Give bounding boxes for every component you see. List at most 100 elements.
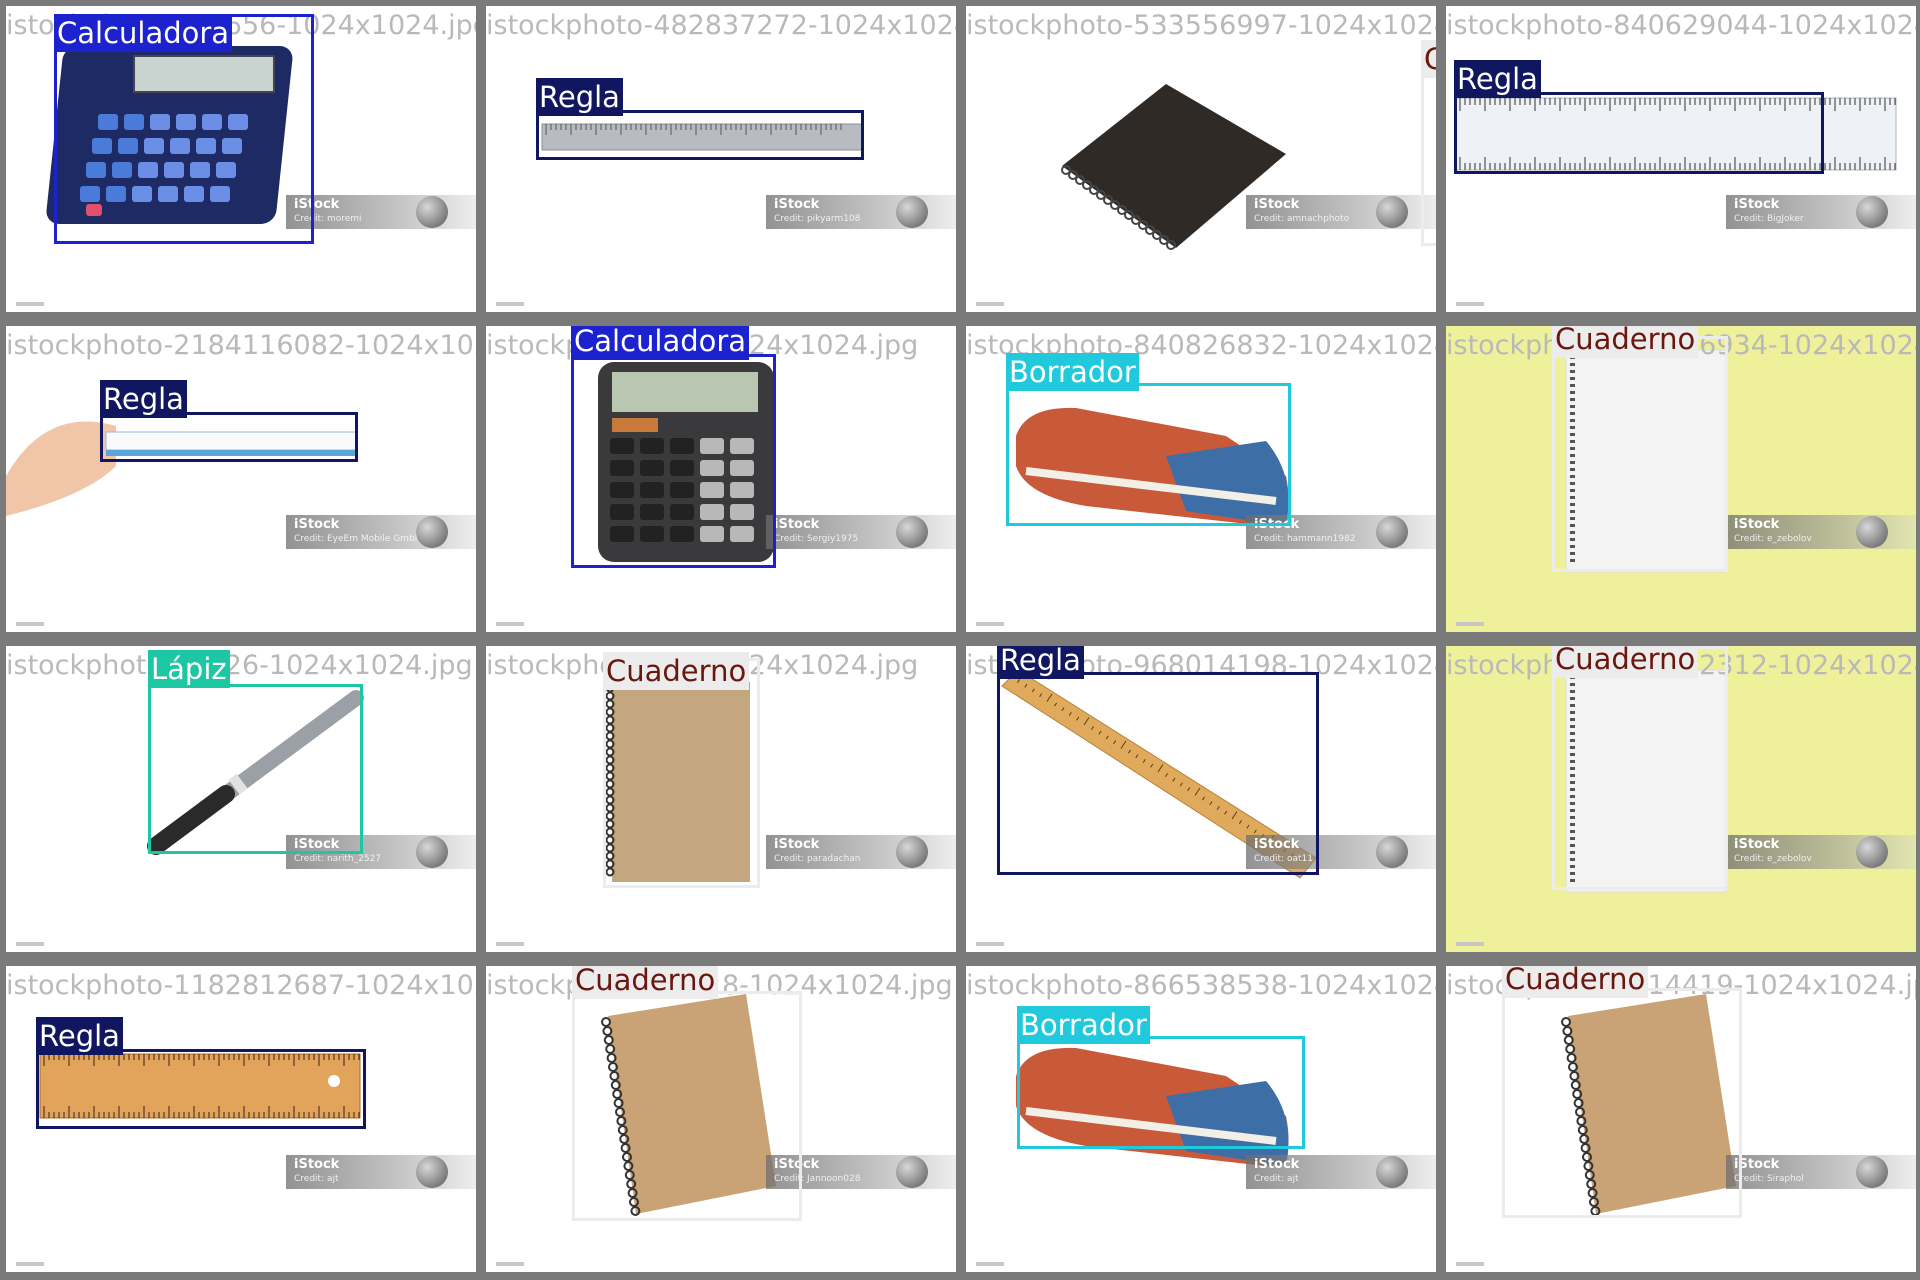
watermark-credit: Credit: narith_2527: [294, 854, 382, 864]
filename-label: istockphoto-840629044-1024x1024.jpg: [1446, 10, 1916, 41]
istock-watermark: iStock Credit: e_zebolov: [1726, 835, 1916, 869]
watermark-circle-icon: [1376, 1156, 1408, 1188]
image-id-strip: [16, 622, 44, 626]
detection-box: [148, 684, 363, 854]
image-id-strip: [1456, 1262, 1484, 1266]
image-tile[interactable]: istockphoto-14926-1024x1024.jpg iStock Cre…: [6, 646, 476, 952]
image-tile[interactable]: istockphoto-827836934-1024x1024.jpgiStoc…: [1446, 326, 1916, 632]
istock-watermark: iStock Credit: ajt: [1246, 1155, 1436, 1189]
detection-box: [572, 991, 802, 1221]
filename-label: istockphoto-2184116082-1024x1024.jpg: [6, 330, 476, 361]
detection-label: Regla: [36, 1017, 123, 1055]
filename-label: istockphoto-1182812687-1024x1024.jpg: [6, 970, 476, 1001]
istock-watermark: iStock Credit: pikyarm108: [766, 195, 956, 229]
watermark-brand: iStock: [1734, 517, 1780, 532]
image-id-strip: [1456, 302, 1484, 306]
detection-box: [1502, 988, 1742, 1218]
watermark-brand: iStock: [774, 837, 820, 852]
detection-label: Cuaderno: [572, 966, 719, 999]
istock-watermark: iStock Credit: ajt: [286, 1155, 476, 1189]
istock-watermark: iStock Credit: e_zebolov: [1726, 515, 1916, 549]
watermark-circle-icon: [1376, 836, 1408, 868]
istock-watermark: iStock Credit: moremi: [286, 195, 476, 229]
detection-box: [36, 1049, 366, 1129]
watermark-credit: Credit: e_zebolov: [1734, 534, 1812, 544]
watermark-circle-icon: [1856, 836, 1888, 868]
detection-box: [1017, 1036, 1305, 1149]
watermark-circle-icon: [896, 1156, 928, 1188]
watermark-brand: iStock: [1734, 837, 1780, 852]
watermark-circle-icon: [1856, 1156, 1888, 1188]
watermark-brand: iStock: [294, 517, 340, 532]
image-tile[interactable]: istockphoto-33318-1024x1024.jpg iStock Cre…: [486, 966, 956, 1272]
image-tile[interactable]: istockphoto-806-1024x1024.jpgiStockCredi…: [486, 646, 956, 952]
black-notebook-icon: [1061, 84, 1286, 250]
detection-box: [1552, 336, 1728, 572]
image-id-strip: [1456, 942, 1484, 946]
detection-box: [536, 110, 864, 160]
image-tile[interactable]: istockphoto-840826832-1024x1024.jpgiStoc…: [966, 326, 1436, 632]
watermark-circle-icon: [896, 836, 928, 868]
detection-label: Cuaderno: [1502, 966, 1649, 998]
watermark-brand: iStock: [1734, 197, 1780, 212]
watermark-credit: Credit: e_zebolov: [1734, 854, 1812, 864]
image-tile[interactable]: istockphoto-835082312-1024x1024.jpgiStoc…: [1446, 646, 1916, 952]
image-id-strip: [16, 1262, 44, 1266]
image-tile[interactable]: istockphoto-1182812687-1024x1024.jpg iSto…: [6, 966, 476, 1272]
watermark-credit: Credit: paradachan: [774, 854, 861, 864]
image-tile[interactable]: istockphoto-846656-1024x1024.jpg iStock Cr…: [6, 6, 476, 312]
watermark-circle-icon: [1856, 516, 1888, 548]
detection-box: [571, 354, 776, 568]
image-id-strip: [976, 302, 1004, 306]
detection-box: [1006, 383, 1291, 526]
detection-box: [1552, 646, 1728, 890]
istock-watermark: iStock Credit: EyeEm Mobile GmbH: [286, 515, 476, 549]
image-tile[interactable]: istockphoto-758-1024x1024.jpgiStockCredi…: [486, 326, 956, 632]
detection-label: Cuaderno: [1421, 40, 1436, 78]
detection-label: Regla: [100, 380, 187, 418]
image-tile[interactable]: istockphoto-840629044-1024x1024.jpg iStoc…: [1446, 6, 1916, 312]
hand-ruler-icon: [6, 421, 357, 516]
detection-label: Borrador: [1006, 353, 1139, 391]
watermark-credit: Credit: hammann1982: [1254, 534, 1356, 544]
watermark-circle-icon: [416, 516, 448, 548]
image-tile[interactable]: istockphoto-533556997-1024x1024.jpg iStoc…: [966, 6, 1436, 312]
watermark-circle-icon: [1376, 196, 1408, 228]
detection-box: [997, 672, 1319, 875]
watermark-credit: Credit: Sergiy1975: [774, 534, 859, 544]
watermark-brand: iStock: [1254, 1157, 1300, 1172]
image-tile[interactable]: istockphoto-968014198-1024x1024.jpgiStoc…: [966, 646, 1436, 952]
watermark-credit: Credit: ajt: [1254, 1174, 1299, 1184]
detection-box: [1421, 70, 1436, 246]
watermark-brand: iStock: [294, 1157, 340, 1172]
filename-label: istockphoto-14926-1024x1024.jpg: [6, 650, 473, 681]
image-tile[interactable]: istockphoto-2184116082-1024x1024.jpg iSto…: [6, 326, 476, 632]
detection-box: [1454, 92, 1824, 174]
istock-watermark: iStock Credit: BigJoker: [1726, 195, 1916, 229]
image-id-strip: [976, 1262, 1004, 1266]
detection-label: Calculadora: [571, 326, 750, 360]
watermark-circle-icon: [416, 196, 448, 228]
image-id-strip: [976, 622, 1004, 626]
detection-label: Lápiz: [148, 650, 230, 688]
image-id-strip: [16, 302, 44, 306]
detection-label: Regla: [997, 646, 1084, 679]
watermark-credit: Credit: Siraphol: [1734, 1174, 1804, 1184]
image-id-strip: [496, 622, 524, 626]
watermark-circle-icon: [896, 196, 928, 228]
detection-label: Regla: [1454, 60, 1541, 98]
filename-label: istockphoto-482837272-1024x1024.jpg: [486, 10, 956, 41]
image-tile[interactable]: istockphoto-866538538-1024x1024.jpg iStoc…: [966, 966, 1436, 1272]
image-id-strip: [496, 942, 524, 946]
detection-label: Cuaderno: [1552, 326, 1699, 358]
istock-watermark: iStock Credit: Siraphol: [1726, 1155, 1916, 1189]
detection-label: Cuaderno: [1552, 646, 1699, 678]
image-tile[interactable]: istockphoto-482837272-1024x1024.jpg iStoc…: [486, 6, 956, 312]
watermark-credit: Credit: ajt: [294, 1174, 339, 1184]
istock-watermark: iStock Credit: paradachan: [766, 835, 956, 869]
image-tile[interactable]: istockphoto-8214419-1024x1024.jpg iStock C…: [1446, 966, 1916, 1272]
image-id-strip: [976, 942, 1004, 946]
watermark-circle-icon: [896, 516, 928, 548]
watermark-credit: Credit: BigJoker: [1734, 214, 1804, 224]
watermark-brand: iStock: [774, 517, 820, 532]
